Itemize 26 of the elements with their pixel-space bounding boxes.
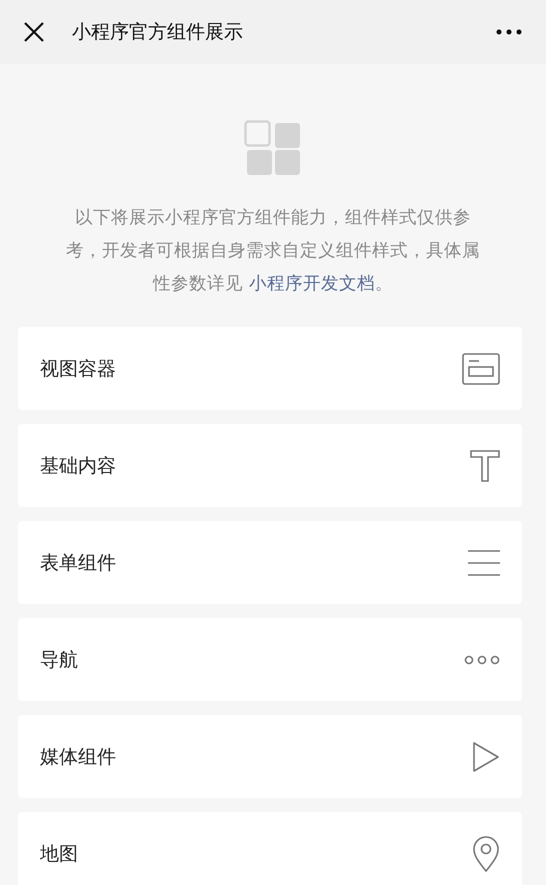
more-icon	[496, 28, 522, 36]
window-title: 小程序官方组件展示	[72, 20, 244, 45]
category-card[interactable]: 地图	[18, 812, 522, 885]
category-card[interactable]: 媒体组件	[18, 715, 522, 798]
window-icon	[462, 352, 500, 384]
grid-logo-icon	[244, 120, 302, 176]
category-label: 媒体组件	[40, 744, 116, 770]
category-label: 基础内容	[40, 454, 116, 478]
dots-icon	[464, 654, 500, 664]
category-label: 导航	[40, 648, 78, 672]
category-label: 视图容器	[40, 356, 116, 382]
lines-icon	[468, 550, 500, 576]
category-card[interactable]: 视图容器	[18, 327, 522, 410]
category-label: 地图	[40, 842, 78, 866]
location-pin-icon	[472, 836, 500, 872]
text-icon	[470, 450, 500, 482]
play-icon	[472, 740, 500, 772]
category-card[interactable]: 基础内容	[18, 424, 522, 507]
intro-text: 以下将展示小程序官方组件能力，组件样式仅供参考，开发者可根据自身需求自定义组件样式，具体属性参数详见 小程序开发文档。	[65, 207, 481, 296]
docs-link[interactable]: 小程序开发文档	[248, 274, 375, 294]
more-button[interactable]	[496, 28, 522, 36]
category-label: 表单组件	[40, 550, 116, 576]
close-button[interactable]	[22, 20, 46, 44]
category-card[interactable]: 导航	[18, 618, 522, 701]
close-icon	[22, 20, 46, 44]
category-card[interactable]: 表单组件	[18, 521, 522, 604]
